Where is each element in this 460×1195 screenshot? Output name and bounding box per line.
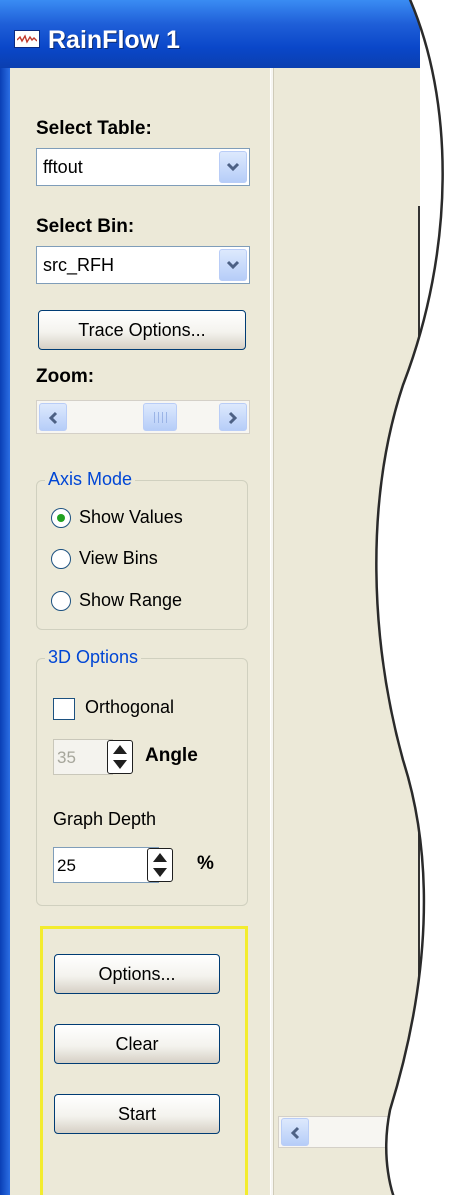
torn-edge-decoration <box>375 0 460 1195</box>
